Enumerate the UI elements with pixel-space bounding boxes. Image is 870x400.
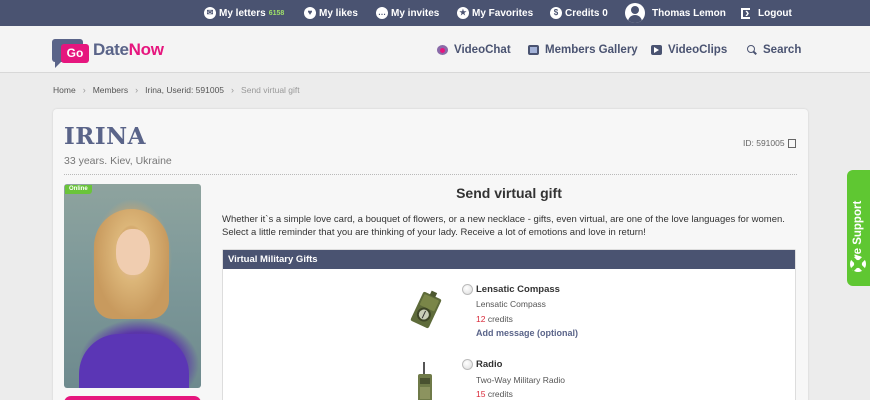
copy-icon[interactable] — [785, 138, 796, 152]
avatar — [625, 3, 645, 23]
gift-credits: 12 credits — [476, 314, 513, 324]
logo-text: DateNow — [93, 40, 164, 60]
logout-link[interactable]: Logout — [741, 0, 792, 26]
credits-label: Credits 0 — [565, 7, 608, 19]
my-favorites-link[interactable]: ★ My Favorites — [457, 0, 533, 26]
nav-search[interactable]: Search — [747, 42, 801, 58]
top-bar: ✉ My letters 6158 ♥ My likes … My invite… — [0, 0, 870, 26]
add-message-link[interactable]: Add message (optional) — [476, 328, 578, 338]
logo-date: Date — [93, 40, 129, 59]
profile-subtitle: 33 years. Kiev, Ukraine — [64, 155, 172, 167]
logo-go: Go — [61, 43, 89, 63]
gift-credits-word: credits — [487, 389, 513, 399]
main-header: Go DateNow — [0, 26, 870, 73]
dollar-icon: $ — [550, 7, 562, 19]
nav-search-label: Search — [763, 44, 802, 56]
star-icon: ★ — [457, 7, 469, 19]
logout-label: Logout — [758, 7, 792, 19]
gift-credits-num: 12 — [476, 314, 486, 324]
profile-id-text: ID: 591005 — [743, 138, 785, 148]
gift-description: Whether it`s a simple love card, a bouqu… — [222, 214, 785, 238]
webcam-icon — [437, 45, 448, 55]
breadcrumb-current: Send virtual gift — [241, 85, 300, 95]
search-icon — [747, 45, 757, 55]
logout-icon — [741, 5, 750, 20]
nav-members-gallery[interactable]: Members Gallery — [528, 42, 638, 58]
gift-name: Radio — [476, 359, 503, 370]
user-menu[interactable]: Thomas Lemon — [625, 0, 726, 26]
my-letters-label: My letters — [219, 7, 266, 19]
envelope-icon: ✉ — [204, 7, 216, 19]
logo-now: Now — [128, 40, 164, 59]
military-radio-image — [418, 362, 432, 400]
gift-name: Lensatic Compass — [476, 284, 560, 295]
chat-icon: … — [376, 7, 388, 19]
gift-radio-compass[interactable] — [462, 284, 473, 295]
breadcrumb-members[interactable]: Members — [93, 85, 128, 95]
heart-icon: ♥ — [304, 7, 316, 19]
my-letters-link[interactable]: ✉ My letters 6158 — [204, 0, 284, 26]
my-invites-label: My invites — [391, 7, 440, 19]
my-likes-label: My likes — [319, 7, 358, 19]
logo-bubble: Go — [52, 38, 89, 68]
my-invites-link[interactable]: … My invites — [376, 0, 439, 26]
online-badge: Online — [65, 185, 92, 194]
nav-videoclips-label: VideoClips — [668, 44, 728, 56]
photo-dress — [79, 334, 189, 388]
gift-radio-radio[interactable] — [462, 359, 473, 370]
my-favorites-label: My Favorites — [472, 7, 534, 19]
nav-videochat-label: VideoChat — [454, 44, 511, 56]
gift-desc: Two-Way Military Radio — [476, 375, 565, 385]
gift-title: Send virtual gift — [456, 185, 562, 201]
breadcrumb-home[interactable]: Home — [53, 85, 76, 95]
nav-videoclips[interactable]: VideoClips — [651, 42, 727, 58]
profile-action-button[interactable] — [64, 396, 201, 400]
profile-id: ID: 591005 — [743, 138, 796, 152]
nav-videochat[interactable]: VideoChat — [437, 42, 511, 58]
user-name: Thomas Lemon — [652, 7, 726, 19]
my-likes-link[interactable]: ♥ My likes — [304, 0, 358, 26]
breadcrumb-member[interactable]: Irina, Userid: 591005 — [145, 85, 224, 95]
live-support-tab[interactable]: Live Support — [847, 170, 870, 286]
lifebuoy-icon — [850, 256, 866, 272]
profile-photo[interactable] — [64, 184, 201, 388]
site-logo[interactable]: Go DateNow — [52, 35, 164, 68]
credits-link[interactable]: $ Credits 0 — [550, 0, 608, 26]
breadcrumb: Home › Members › Irina, Userid: 591005 ›… — [53, 85, 300, 95]
gift-category-header: Virtual Military Gifts — [223, 250, 795, 269]
gallery-icon — [528, 45, 539, 55]
chevron-right-icon: › — [231, 85, 235, 95]
compass-image — [410, 290, 442, 329]
profile-name: IRINA — [64, 123, 147, 150]
gift-credits: 15 credits — [476, 389, 513, 399]
video-clip-icon — [651, 45, 662, 55]
photo-face — [116, 229, 150, 275]
divider — [64, 174, 797, 175]
chevron-right-icon: › — [82, 85, 86, 95]
gift-desc: Lensatic Compass — [476, 299, 546, 309]
gift-credits-word: credits — [487, 314, 513, 324]
letters-count: 6158 — [268, 9, 285, 17]
nav-gallery-label: Members Gallery — [545, 44, 638, 56]
gift-credits-num: 15 — [476, 389, 486, 399]
chevron-right-icon: › — [135, 85, 139, 95]
